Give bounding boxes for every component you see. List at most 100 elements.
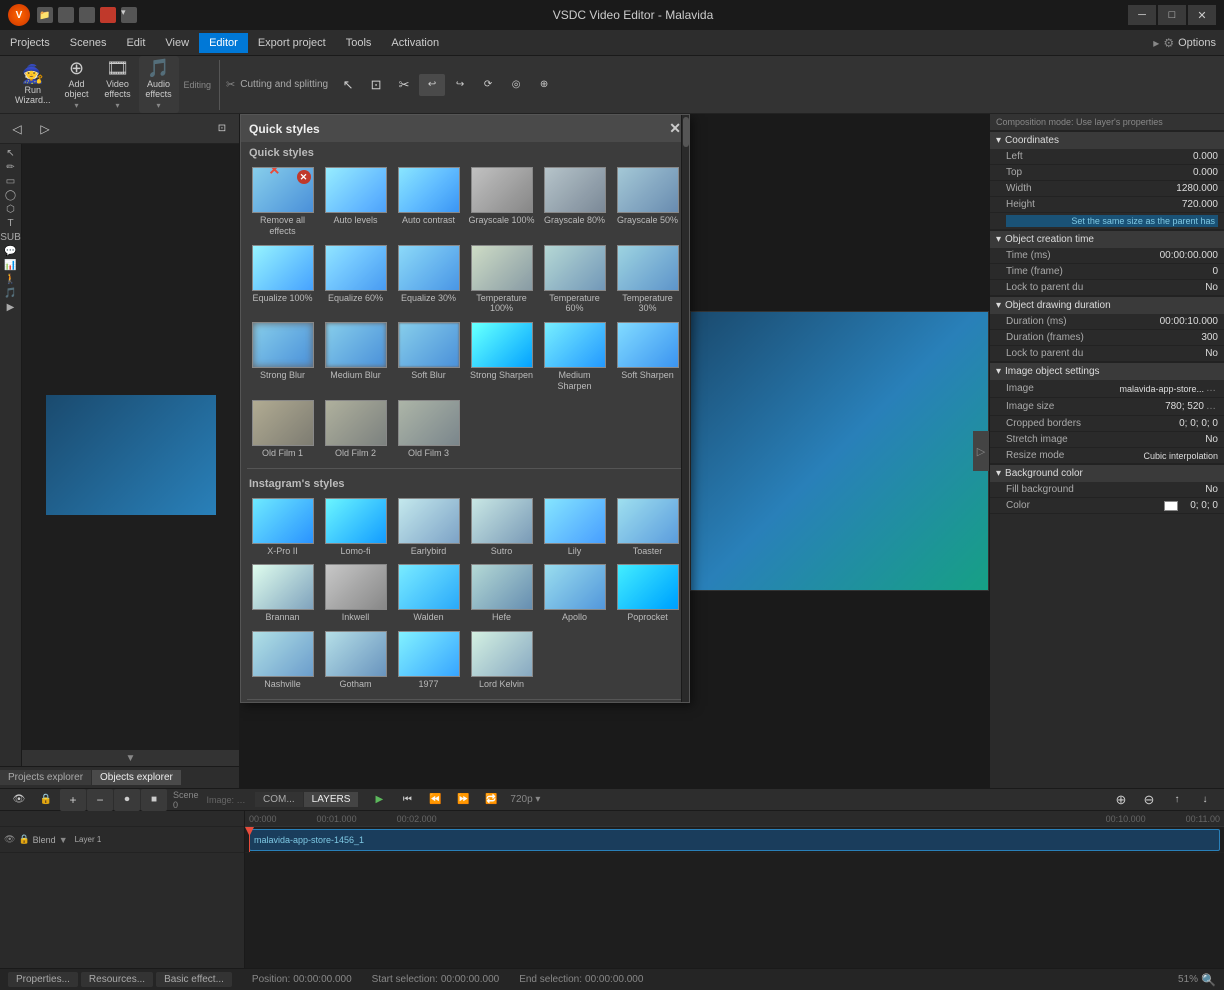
lbar-icon-1[interactable]: ↖ bbox=[6, 148, 14, 159]
style-grayscale80[interactable]: Grayscale 80% bbox=[539, 164, 610, 240]
tb-icon-4[interactable] bbox=[100, 7, 116, 23]
tl-resize-down[interactable]: ↓ bbox=[1192, 789, 1218, 811]
tl-play-btn[interactable]: ▶ bbox=[366, 789, 392, 811]
style-poprocket[interactable]: Poprocket bbox=[612, 561, 683, 626]
style-softblur[interactable]: Soft Blur bbox=[393, 319, 464, 395]
style-temp100[interactable]: Temperature 100% bbox=[466, 242, 537, 318]
style-medblur[interactable]: Medium Blur bbox=[320, 319, 391, 395]
lbar-icon-8[interactable]: 💬 bbox=[4, 246, 16, 257]
tl-del-btn[interactable]: − bbox=[87, 789, 113, 811]
style-1977[interactable]: 1977 bbox=[393, 628, 464, 693]
cursor-tool[interactable]: ↖ bbox=[335, 74, 361, 96]
tl-rewind-btn[interactable]: ⏮ bbox=[394, 789, 420, 811]
color-swatch[interactable] bbox=[1164, 501, 1178, 511]
lbar-icon-2[interactable]: ✏ bbox=[6, 162, 14, 173]
style-auto-contrast[interactable]: Auto contrast bbox=[393, 164, 464, 240]
cut-tool[interactable]: ✂ bbox=[391, 74, 417, 96]
coordinates-section[interactable]: ▾ Coordinates bbox=[990, 131, 1224, 149]
lbar-icon-12[interactable]: ▶ bbox=[7, 302, 15, 313]
left-arrow-btn[interactable]: ◁ bbox=[4, 118, 30, 140]
image-browse-button[interactable]: … bbox=[1204, 382, 1218, 395]
style-apollo[interactable]: Apollo bbox=[539, 561, 610, 626]
lbar-icon-4[interactable]: ◯ bbox=[5, 190, 16, 201]
tl-zoom-out[interactable]: ⊖ bbox=[1136, 789, 1162, 811]
audio-effects-button[interactable]: 🎵 Audioeffects ▾ bbox=[139, 56, 179, 113]
style-strongsh[interactable]: Strong Sharpen bbox=[466, 319, 537, 395]
tl-blend-dropdown[interactable]: ▼ bbox=[59, 835, 68, 845]
quick-styles-scroll[interactable]: Quick styles ✕ Remove alleffects bbox=[241, 142, 689, 702]
tl-vis-icon[interactable]: 👁 bbox=[4, 834, 15, 845]
lbar-icon-5[interactable]: ⬡ bbox=[6, 204, 15, 215]
style-grayscale50[interactable]: Grayscale 50% bbox=[612, 164, 683, 240]
menu-export[interactable]: Export project bbox=[248, 33, 336, 53]
lbar-icon-6[interactable]: T bbox=[7, 218, 13, 229]
style-eq60[interactable]: Equalize 60% bbox=[320, 242, 391, 318]
canvas-next-arrow[interactable]: ▷ bbox=[973, 431, 989, 471]
quick-styles-close[interactable]: ✕ bbox=[669, 120, 681, 137]
projects-explorer-tab[interactable]: Projects explorer bbox=[0, 770, 91, 785]
tl-add-btn[interactable]: + bbox=[60, 789, 86, 811]
tl-tab-layers[interactable]: LAYERS bbox=[304, 792, 359, 807]
tl-resize-up[interactable]: ↑ bbox=[1164, 789, 1190, 811]
creation-time-section[interactable]: ▾ Object creation time bbox=[990, 230, 1224, 248]
resolution-display[interactable]: 720p ▾ bbox=[510, 794, 540, 805]
expand-icon[interactable]: ▸ bbox=[1153, 36, 1159, 50]
style-sutro[interactable]: Sutro bbox=[466, 495, 537, 560]
style-toast[interactable]: Toaster bbox=[612, 495, 683, 560]
resources-tab[interactable]: Resources... bbox=[81, 972, 153, 987]
menu-tools[interactable]: Tools bbox=[336, 33, 382, 53]
right-arrow-btn[interactable]: ▷ bbox=[32, 118, 58, 140]
tool-6[interactable]: ⟳ bbox=[475, 74, 501, 96]
zoom-icon[interactable]: 🔍 bbox=[1201, 973, 1216, 987]
menu-projects[interactable]: Projects bbox=[0, 33, 60, 53]
undo-tool[interactable]: ↩ bbox=[419, 74, 445, 96]
style-lordkelvin[interactable]: Lord Kelvin bbox=[466, 628, 537, 693]
style-walden[interactable]: Walden bbox=[393, 561, 464, 626]
tb-icon-5[interactable]: ▾ bbox=[121, 7, 137, 23]
run-wizard-button[interactable]: 🧙 RunWizard... bbox=[10, 62, 56, 108]
lock-icon[interactable]: 🔒 bbox=[33, 789, 59, 811]
basic-effect-tab[interactable]: Basic effect... bbox=[156, 972, 232, 987]
style-inkwell[interactable]: Inkwell bbox=[320, 561, 391, 626]
lbar-icon-10[interactable]: 🚶 bbox=[4, 274, 16, 285]
tl-zoom-in[interactable]: ⊕ bbox=[1108, 789, 1134, 811]
close-button[interactable]: ✕ bbox=[1188, 5, 1216, 25]
image-settings-section[interactable]: ▾ Image object settings bbox=[990, 362, 1224, 380]
lbar-icon-9[interactable]: 📊 bbox=[4, 260, 16, 271]
style-nashville[interactable]: Nashville bbox=[247, 628, 318, 693]
style-softsh[interactable]: Soft Sharpen bbox=[612, 319, 683, 395]
tool-7[interactable]: ◎ bbox=[503, 74, 529, 96]
maximize-button[interactable]: □ bbox=[1158, 5, 1186, 25]
style-temp30[interactable]: Temperature 30% bbox=[612, 242, 683, 318]
resize-handle-left[interactable]: ⊡ bbox=[209, 118, 235, 140]
lbar-icon-11[interactable]: 🎵 bbox=[4, 288, 16, 299]
tl-lock-icon-track[interactable]: 🔒 bbox=[18, 834, 29, 845]
image-size-btn[interactable]: … bbox=[1204, 400, 1218, 413]
bg-color-section[interactable]: ▾ Background color bbox=[990, 464, 1224, 482]
style-remove-all[interactable]: ✕ Remove alleffects bbox=[247, 164, 318, 240]
menu-scenes[interactable]: Scenes bbox=[60, 33, 117, 53]
menu-view[interactable]: View bbox=[155, 33, 199, 53]
tl-step-back-btn[interactable]: ⏪ bbox=[422, 789, 448, 811]
style-hefe[interactable]: Hefe bbox=[466, 561, 537, 626]
properties-tab[interactable]: Properties... bbox=[8, 972, 78, 987]
style-eq100[interactable]: Equalize 100% bbox=[247, 242, 318, 318]
objects-explorer-tab[interactable]: Objects explorer bbox=[92, 770, 181, 785]
redo-tool[interactable]: ↪ bbox=[447, 74, 473, 96]
style-medsh[interactable]: Medium Sharpen bbox=[539, 319, 610, 395]
tl-tab-com[interactable]: COM... bbox=[255, 792, 303, 807]
tl-playhead[interactable] bbox=[249, 827, 250, 852]
style-grayscale100[interactable]: Grayscale 100% bbox=[466, 164, 537, 240]
tb-icon-3[interactable] bbox=[79, 7, 95, 23]
drawing-duration-section[interactable]: ▾ Object drawing duration bbox=[990, 296, 1224, 314]
minimize-button[interactable]: ─ bbox=[1128, 5, 1156, 25]
style-lily[interactable]: Lily bbox=[539, 495, 610, 560]
style-strongblur[interactable]: Strong Blur bbox=[247, 319, 318, 395]
video-effects-button[interactable]: 🎞 Videoeffects ▾ bbox=[98, 56, 138, 113]
lbar-icon-7[interactable]: SUB bbox=[0, 232, 21, 243]
style-xpro[interactable]: X-Pro II bbox=[247, 495, 318, 560]
style-eq30[interactable]: Equalize 30% bbox=[393, 242, 464, 318]
lbar-icon-3[interactable]: ▭ bbox=[6, 176, 15, 187]
crop-tool[interactable]: ⊡ bbox=[363, 74, 389, 96]
tl-rec-btn[interactable]: ⏺ bbox=[114, 789, 140, 811]
